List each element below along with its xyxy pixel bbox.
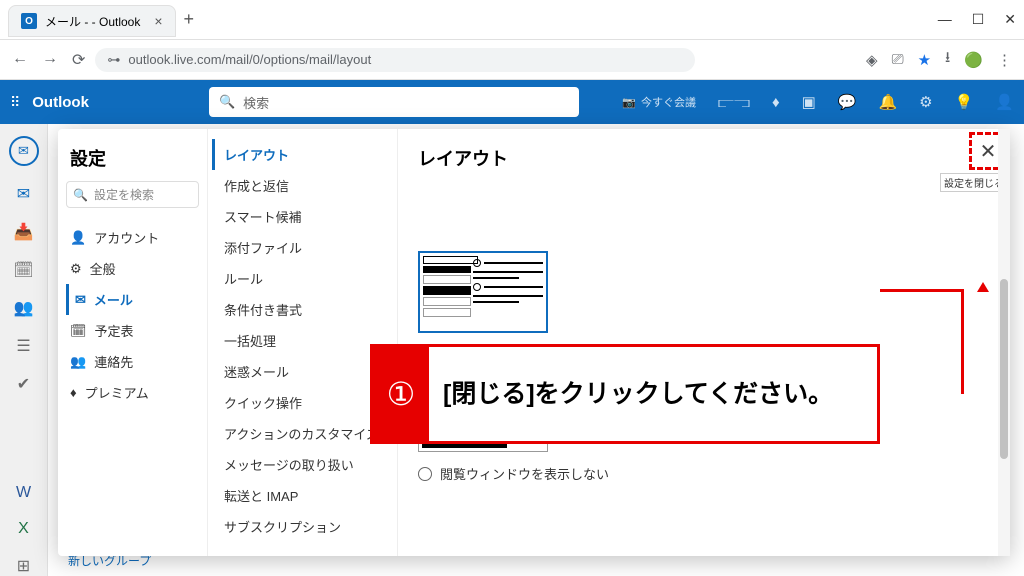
brand-label: Outlook (32, 94, 89, 111)
address-bar[interactable]: ⊶ outlook.live.com/mail/0/options/mail/l… (95, 48, 695, 72)
settings-mid-col: レイアウト 作成と返信 スマート候補 添付ファイル ルール 条件付き書式 一括処… (208, 129, 398, 556)
cat-account[interactable]: 👤アカウント (66, 222, 199, 253)
mi-junk[interactable]: 迷惑メール (212, 356, 393, 387)
download-icon[interactable]: ⭳ (945, 47, 950, 72)
close-tab-icon[interactable]: × (154, 13, 162, 29)
rail-calendar-icon[interactable]: 🗓 (13, 260, 33, 280)
body-area: ✉ ✉ 📥 🗓 👥 ☰ ✔ W X ⊞ 新しいグループ 設定 🔍 設定を検索 👤… (0, 124, 1024, 576)
site-info-icon[interactable]: ⊶ (107, 52, 120, 68)
mi-fwd[interactable]: 転送と IMAP (212, 480, 393, 511)
browser-tab[interactable]: O メール - - Outlook × (8, 5, 176, 37)
cat-contacts[interactable]: 👥連絡先 (66, 346, 199, 377)
mi-sub[interactable]: サブスクリプション (212, 511, 393, 542)
rail-mail-icon[interactable]: ✉ (17, 184, 30, 204)
callout-connector (880, 289, 964, 394)
search-icon: 🔍 (219, 94, 235, 110)
suite-header: ⠿ Outlook 🔍 検索 📷 今すぐ会議 ⫍⫎ ♦ ▣ 💬 🔔 ⚙ 💡 👤 (0, 80, 1024, 124)
meet-now-label: 今すぐ会議 (641, 94, 696, 110)
left-rail: ✉ ✉ 📥 🗓 👥 ☰ ✔ W X ⊞ (0, 124, 48, 576)
cat-mail[interactable]: ✉メール (66, 284, 199, 315)
cat-general[interactable]: ⚙全般 (66, 253, 199, 284)
browser-toolbar: ← → ⟳ ⊶ outlook.live.com/mail/0/options/… (0, 40, 1024, 80)
bell-icon[interactable]: 🔔 (878, 93, 897, 111)
menu-icon[interactable]: ⋮ (997, 51, 1012, 69)
mi-sweep[interactable]: 一括処理 (212, 325, 393, 356)
chat-icon[interactable]: 💬 (838, 93, 857, 111)
browser-tab-strip: O メール - - Outlook × + — ☐ ✕ (0, 0, 1024, 40)
radio-icon (418, 467, 432, 481)
url-text: outlook.live.com/mail/0/options/mail/lay… (128, 52, 371, 67)
profile-icon[interactable]: 🟢 (964, 51, 983, 69)
maximize-icon[interactable]: ☐ (972, 11, 985, 28)
close-window-icon[interactable]: ✕ (1004, 11, 1016, 28)
instruction-callout: ① [閉じる]をクリックしてください。 (370, 344, 880, 444)
search-icon: 🔍 (73, 188, 88, 202)
cast-icon[interactable]: ⎚ (892, 51, 904, 68)
new-tab-button[interactable]: + (184, 9, 195, 30)
premium-icon[interactable]: ♦ (772, 94, 780, 111)
diamond-icon: ♦ (70, 385, 77, 400)
rail-word-icon[interactable]: W (16, 484, 31, 502)
outlook-favicon: O (21, 13, 37, 29)
callout-number: ① (373, 347, 429, 441)
settings-panel: 設定 🔍 設定を検索 👤アカウント ⚙全般 ✉メール 🗓予定表 👥連絡先 ♦プレ… (58, 129, 1010, 556)
settings-left-col: 設定 🔍 設定を検索 👤アカウント ⚙全般 ✉メール 🗓予定表 👥連絡先 ♦プレ… (58, 129, 208, 556)
window-controls: — ☐ ✕ (938, 11, 1016, 28)
reload-icon[interactable]: ⟳ (72, 50, 85, 70)
minimize-icon[interactable]: — (938, 11, 952, 28)
search-placeholder: 検索 (243, 93, 269, 112)
rail-todo-icon[interactable]: ✔ (17, 374, 30, 394)
forward-icon[interactable]: → (42, 50, 58, 70)
gear-icon: ⚙ (70, 261, 82, 277)
eye-icon[interactable]: ◈ (866, 51, 878, 69)
rail-more-icon[interactable]: ⊞ (17, 556, 30, 576)
settings-search-placeholder: 設定を検索 (94, 186, 154, 203)
mi-compose[interactable]: 作成と返信 (212, 170, 393, 201)
mi-handling[interactable]: メッセージの取り扱い (212, 449, 393, 480)
mi-quick[interactable]: クイック操作 (212, 387, 393, 418)
rail-home-icon[interactable]: ✉ (9, 136, 39, 166)
app-launcher-icon[interactable]: ⠿ (10, 94, 22, 111)
calendar-icon: 🗓 (70, 323, 87, 339)
mail-icon: ✉ (75, 292, 86, 308)
cat-premium[interactable]: ♦プレミアム (66, 377, 199, 408)
back-icon[interactable]: ← (12, 50, 28, 70)
tab-title: メール - - Outlook (45, 13, 140, 30)
mi-custom[interactable]: アクションのカスタマイズ (212, 418, 393, 449)
callout-text: [閉じる]をクリックしてください。 (429, 371, 877, 418)
meet-now-button[interactable]: 📷 今すぐ会議 (622, 94, 696, 110)
person-icon: 👤 (70, 230, 86, 246)
reading-pane-none-option[interactable]: 閲覧ウィンドウを表示しない (418, 464, 990, 483)
teams-icon[interactable]: ⫍⫎ (718, 94, 750, 111)
settings-title: 設定 (70, 145, 195, 171)
opt-none-label: 閲覧ウィンドウを表示しない (440, 464, 609, 483)
mi-attach[interactable]: 添付ファイル (212, 232, 393, 263)
callout-arrow-icon (977, 282, 989, 292)
rail-groups-icon[interactable]: ☰ (16, 336, 30, 356)
account-icon[interactable]: 👤 (995, 93, 1014, 111)
rail-inbox-icon[interactable]: 📥 (14, 222, 34, 242)
mi-smart[interactable]: スマート候補 (212, 201, 393, 232)
settings-search[interactable]: 🔍 設定を検索 (66, 181, 199, 208)
suite-search[interactable]: 🔍 検索 (209, 87, 579, 117)
rail-excel-icon[interactable]: X (18, 520, 29, 538)
rail-people-icon[interactable]: 👥 (14, 298, 34, 318)
mi-cond[interactable]: 条件付き書式 (212, 294, 393, 325)
panel-title: レイアウト (418, 145, 990, 171)
reading-pane-right-preview[interactable] (418, 251, 548, 333)
mi-layout[interactable]: レイアウト (212, 139, 393, 170)
skype-icon[interactable]: ▣ (802, 93, 816, 111)
bookmark-icon[interactable]: ★ (918, 51, 931, 69)
tips-icon[interactable]: 💡 (955, 93, 974, 111)
mi-rules[interactable]: ルール (212, 263, 393, 294)
panel-scrollbar[interactable] (998, 129, 1010, 556)
gear-icon[interactable]: ⚙ (919, 93, 932, 111)
people-icon: 👥 (70, 354, 86, 370)
cat-calendar[interactable]: 🗓予定表 (66, 315, 199, 346)
